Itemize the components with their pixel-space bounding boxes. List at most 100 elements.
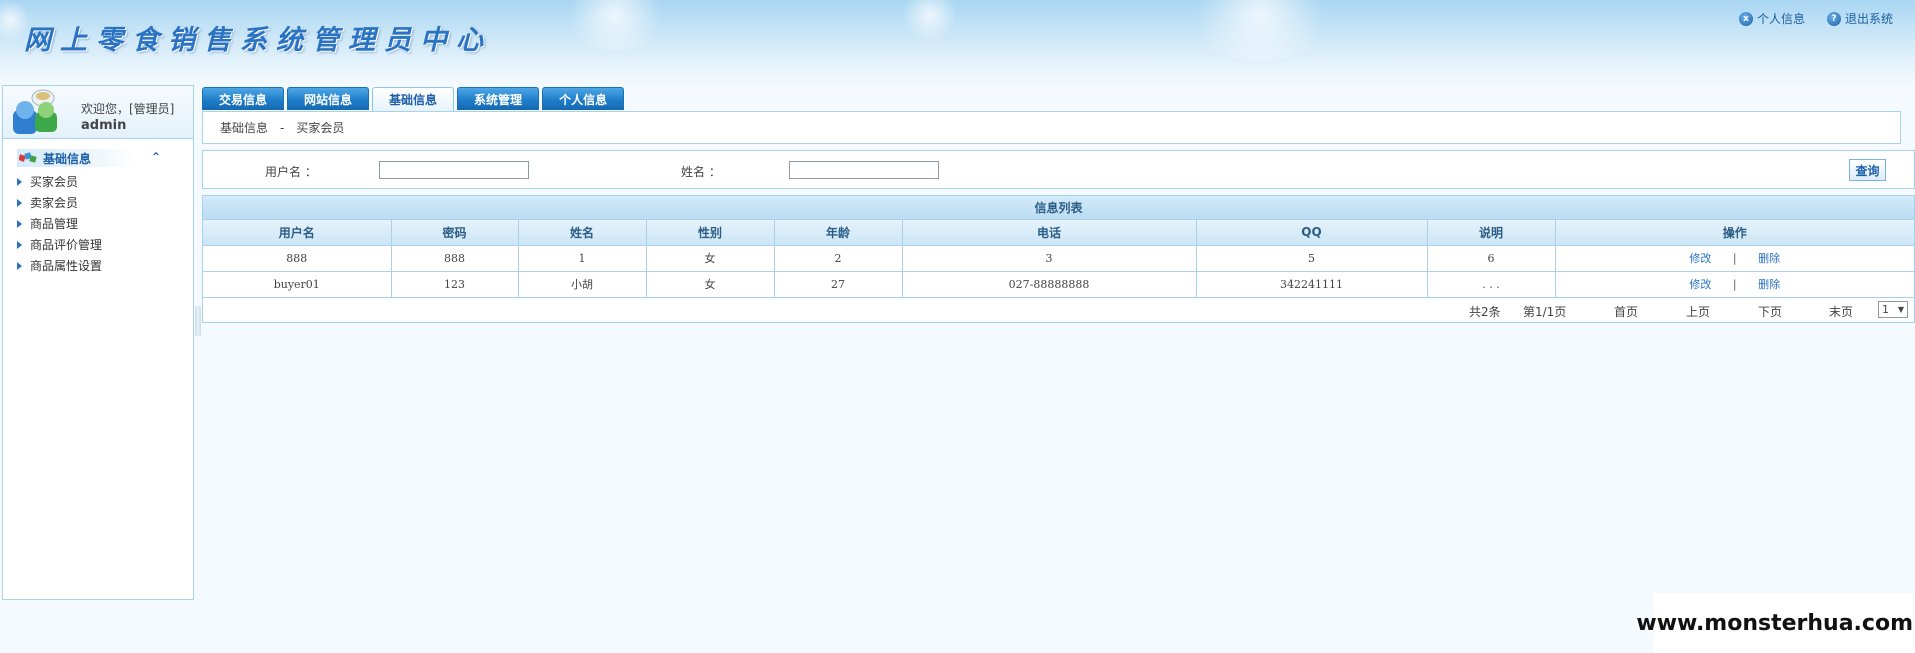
- sidebar-item-seller-members[interactable]: 卖家会员: [3, 192, 193, 213]
- search-form: 用户名 ： 姓名 ： 查询: [202, 150, 1915, 189]
- tab-personal-info[interactable]: 个人信息: [542, 87, 625, 110]
- edit-link[interactable]: 修改: [1689, 252, 1711, 265]
- breadcrumb-page: 买家会员: [296, 121, 345, 135]
- breadcrumb: 基础信息 - 买家会员: [202, 111, 1901, 144]
- last-page-link[interactable]: 末页: [1829, 303, 1853, 320]
- column-header: QQ: [1196, 220, 1428, 246]
- welcome-text: 欢迎您，[管理员]: [81, 102, 175, 116]
- column-header: 电话: [902, 220, 1197, 246]
- prev-page-link[interactable]: 上页: [1686, 303, 1710, 320]
- table-header-row: 用户名 密码 姓名 性别 年龄 电话 QQ 说明 操作: [203, 220, 1914, 246]
- user-box: 欢迎您，[管理员] admin: [3, 86, 193, 139]
- dropdown-arrow-icon: ▼: [1897, 304, 1904, 314]
- column-header: 用户名: [203, 220, 392, 246]
- cell-qq: 5: [1196, 245, 1428, 272]
- caret-right-icon: [17, 219, 22, 228]
- delete-link[interactable]: 删除: [1758, 252, 1780, 265]
- sidebar-splitter-handle[interactable]: [195, 306, 201, 336]
- table-row: buyer01 123 小胡 女 27 027-88888888 3422411…: [203, 271, 1914, 298]
- column-header: 姓名: [518, 220, 647, 246]
- data-table: 用户名 密码 姓名 性别 年龄 电话 QQ 说明 操作 888 888 1 女 …: [203, 220, 1914, 298]
- logout-link[interactable]: ? 退出系统: [1826, 10, 1893, 27]
- column-header: 说明: [1427, 220, 1556, 246]
- cell-username: 888: [203, 245, 392, 272]
- cell-actions: 修改 | 删除: [1555, 245, 1914, 272]
- left-sidebar: 欢迎您，[管理员] admin 基础信息 ⌃ 买家会员 卖家会员 商品管理 商品…: [2, 85, 194, 600]
- sidebar-item-label: 买家会员: [30, 175, 79, 189]
- banner-bubble: [1180, 0, 1340, 60]
- cell-username: buyer01: [203, 271, 392, 298]
- logout-link-label: 退出系统: [1844, 12, 1893, 26]
- caret-right-icon: [17, 198, 22, 207]
- cell-name: 小胡: [518, 271, 647, 298]
- cubes-icon: [19, 152, 37, 163]
- users-avatar-icon: [13, 89, 57, 134]
- profile-link[interactable]: x 个人信息: [1738, 10, 1805, 27]
- name-input[interactable]: [789, 161, 939, 179]
- x-circle-icon: x: [1738, 11, 1753, 26]
- menu-list: 买家会员 卖家会员 商品管理 商品评价管理 商品属性设置: [3, 171, 193, 276]
- delete-link[interactable]: 删除: [1758, 278, 1780, 291]
- column-header: 密码: [391, 220, 519, 246]
- banner-bubble: [560, 0, 670, 50]
- double-chevron-up-icon[interactable]: ⌃: [151, 150, 161, 164]
- sidebar-item-attribute-settings[interactable]: 商品属性设置: [3, 255, 193, 276]
- profile-link-label: 个人信息: [1756, 12, 1805, 26]
- cell-description: . . .: [1427, 271, 1556, 298]
- app-title: 网上零食销售系统管理员中心: [24, 25, 492, 56]
- cell-age: 27: [774, 271, 903, 298]
- cell-password: 123: [391, 271, 519, 298]
- page-select-value: 1: [1882, 302, 1889, 316]
- tab-system-management[interactable]: 系统管理: [457, 87, 540, 110]
- sidebar-item-label: 商品评价管理: [30, 238, 103, 252]
- caret-right-icon: [17, 240, 22, 249]
- name-label: 姓名 ：: [681, 165, 721, 179]
- tab-site-info[interactable]: 网站信息: [287, 87, 370, 110]
- tab-basic-info[interactable]: 基础信息: [372, 87, 455, 111]
- breadcrumb-separator: -: [280, 120, 285, 135]
- cell-phone: 3: [902, 245, 1197, 272]
- page-info: 第1/1页: [1523, 304, 1567, 319]
- top-tabs: 交易信息 网站信息 基础信息 系统管理 个人信息: [202, 87, 625, 111]
- table-caption: 信息列表: [203, 196, 1914, 220]
- page-select[interactable]: 1 ▼: [1878, 300, 1908, 318]
- sidebar-item-label: 商品管理: [30, 217, 79, 231]
- cell-name: 1: [518, 245, 647, 272]
- cell-gender: 女: [646, 271, 775, 298]
- tab-trade-info[interactable]: 交易信息: [202, 87, 285, 110]
- column-header: 年龄: [774, 220, 903, 246]
- edit-link[interactable]: 修改: [1689, 278, 1711, 291]
- cell-actions: 修改 | 删除: [1555, 271, 1914, 298]
- cell-gender: 女: [646, 245, 775, 272]
- menu-section-title[interactable]: 基础信息: [17, 149, 135, 167]
- caret-right-icon: [17, 261, 22, 270]
- column-header: 性别: [646, 220, 775, 246]
- menu-section: 基础信息 ⌃: [3, 149, 193, 169]
- total-count: 共2条: [1469, 304, 1501, 319]
- top-banner: 网上零食销售系统管理员中心 x 个人信息 ? 退出系统: [0, 0, 1915, 88]
- username-input[interactable]: [379, 161, 529, 179]
- info-list: 信息列表 用户名 密码 姓名 性别 年龄 电话 QQ 说明 操作 888 888: [202, 195, 1915, 323]
- caret-right-icon: [17, 177, 22, 186]
- sidebar-item-buyer-members[interactable]: 买家会员: [3, 171, 193, 192]
- cell-age: 2: [774, 245, 903, 272]
- username-label: 用户名 ：: [265, 165, 317, 179]
- action-separator: |: [1732, 252, 1737, 265]
- menu-section-label: 基础信息: [43, 151, 92, 166]
- first-page-link[interactable]: 首页: [1614, 303, 1638, 320]
- cell-qq: 342241111: [1196, 271, 1428, 298]
- sidebar-item-product-management[interactable]: 商品管理: [3, 213, 193, 234]
- column-header: 操作: [1555, 220, 1914, 246]
- sidebar-item-review-management[interactable]: 商品评价管理: [3, 234, 193, 255]
- username: admin: [81, 118, 127, 133]
- cell-phone: 027-88888888: [902, 271, 1197, 298]
- cell-password: 888: [391, 245, 519, 272]
- watermark-text: www.monsterhua.com: [1636, 593, 1915, 653]
- action-separator: |: [1732, 278, 1737, 291]
- banner-bubble: [900, 0, 960, 40]
- question-icon: ?: [1826, 11, 1841, 26]
- query-button[interactable]: 查询: [1849, 159, 1886, 181]
- table-row: 888 888 1 女 2 3 5 6 修改 | 删除: [203, 245, 1914, 272]
- sidebar-item-label: 卖家会员: [30, 196, 79, 210]
- next-page-link[interactable]: 下页: [1758, 303, 1782, 320]
